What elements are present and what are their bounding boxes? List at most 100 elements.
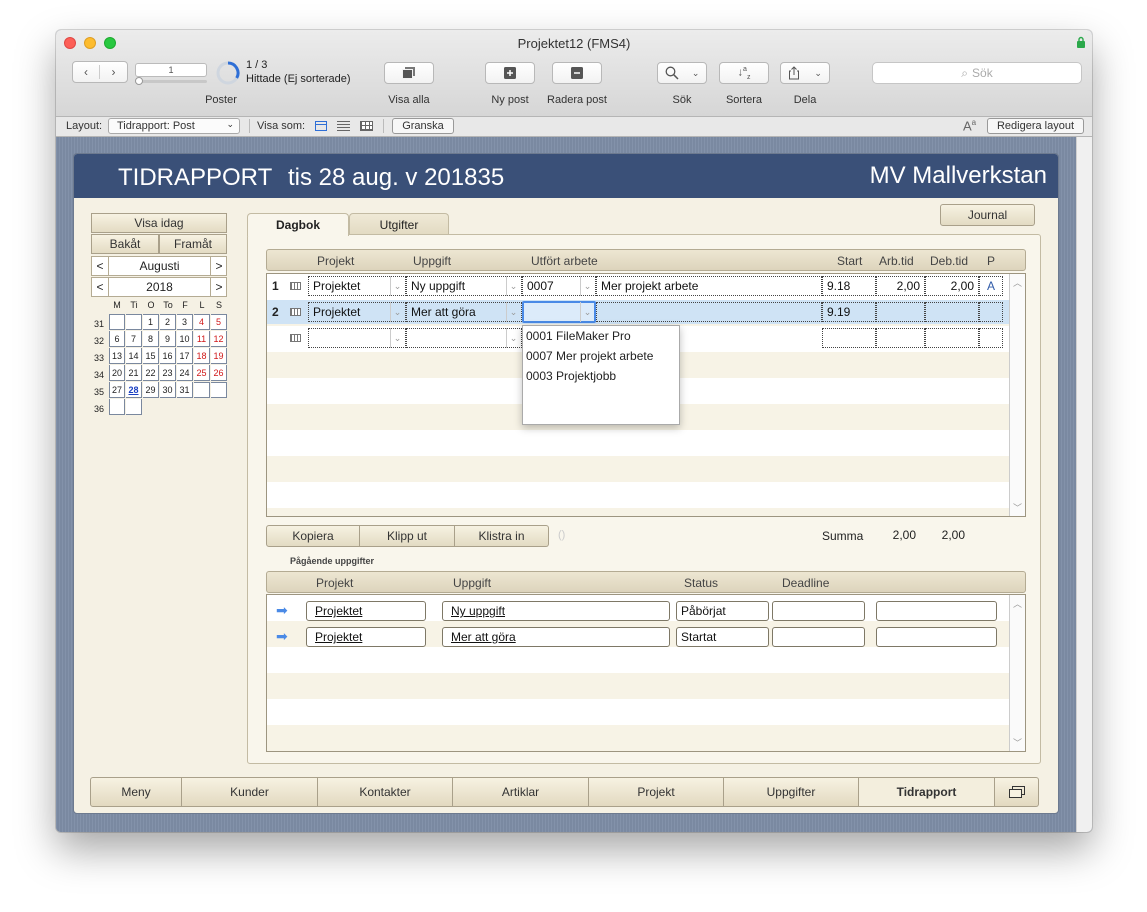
calendar-day[interactable]: 14 [126, 348, 142, 364]
row-details-icon[interactable] [290, 334, 301, 342]
chevron-down-icon[interactable]: ⌄ [580, 302, 594, 322]
next-month-button[interactable]: > [210, 257, 227, 275]
next-year-button[interactable]: > [210, 278, 227, 296]
scroll-down-icon[interactable]: ﹀ [1013, 501, 1022, 514]
share-button[interactable]: ⌄ [780, 62, 830, 84]
calendar-day[interactable]: 7 [126, 331, 142, 347]
nav-tidrapport[interactable]: Tidrapport [859, 777, 995, 807]
calendar-day[interactable]: 29 [143, 382, 159, 398]
ongoing-deadline-field[interactable] [772, 601, 865, 621]
calendar-day[interactable]: 21 [126, 365, 142, 381]
chevron-down-icon[interactable]: ⌄ [390, 276, 404, 296]
sort-button[interactable]: ↓az [719, 62, 769, 84]
calendar-day[interactable]: 2 [160, 314, 176, 330]
work-time-field[interactable] [876, 302, 925, 322]
calendar-day[interactable]: 27 [109, 382, 125, 398]
chevron-down-icon[interactable]: ⌄ [506, 276, 520, 296]
calendar-day[interactable]: 4 [194, 314, 210, 330]
debit-time-field[interactable] [925, 328, 979, 348]
calendar-day[interactable]: 22 [143, 365, 159, 381]
start-field[interactable]: 9.19 [822, 302, 876, 322]
forward-button[interactable]: Framåt [159, 234, 227, 254]
ongoing-task-link[interactable]: Ny uppgift [442, 601, 670, 621]
go-to-arrow-icon[interactable]: ➡ [276, 602, 288, 619]
record-number-field[interactable]: 1 [135, 63, 207, 77]
delete-record-button[interactable] [552, 62, 602, 84]
ongoing-deadline-field[interactable] [772, 627, 865, 647]
chevron-down-icon[interactable]: ⌄ [506, 302, 520, 322]
dropdown-option[interactable]: 0003 Projektjobb [523, 366, 679, 386]
ongoing-project-link[interactable]: Projektet [306, 601, 426, 621]
ongoing-task-link[interactable]: Mer att göra [442, 627, 670, 647]
debit-time-field[interactable]: 2,00 [925, 276, 979, 296]
chevron-down-icon[interactable]: ⌄ [580, 276, 594, 296]
form-view-icon[interactable] [315, 121, 327, 131]
go-to-arrow-icon[interactable]: ➡ [276, 628, 288, 645]
ongoing-project-link[interactable]: Projektet [306, 627, 426, 647]
ongoing-status-field[interactable]: Startat [676, 627, 769, 647]
calendar-day[interactable]: 16 [160, 348, 176, 364]
paste-button[interactable]: Klistra in [455, 525, 549, 547]
chevron-down-icon[interactable]: ⌄ [390, 302, 404, 322]
task-field[interactable] [406, 328, 522, 348]
nav-projekt[interactable]: Projekt [589, 777, 724, 807]
preview-button[interactable]: Granska [392, 118, 454, 134]
back-button[interactable]: Bakåt [91, 234, 159, 254]
row-details-icon[interactable] [290, 308, 301, 316]
calendar-day[interactable]: 25 [194, 365, 210, 381]
work-time-field[interactable]: 2,00 [876, 276, 925, 296]
calendar-day[interactable]: 5 [211, 314, 227, 330]
start-field[interactable] [822, 328, 876, 348]
tab-expenses[interactable]: Utgifter [349, 213, 449, 235]
calendar-day[interactable]: 23 [160, 365, 176, 381]
cut-button[interactable]: Klipp ut [360, 525, 455, 547]
calendar-day[interactable]: 3 [177, 314, 193, 330]
calendar-day[interactable]: 24 [177, 365, 193, 381]
scroll-up-icon[interactable]: ︿ [1013, 276, 1022, 289]
quick-find-field[interactable]: ⌕ Sök [872, 62, 1082, 84]
p-field[interactable] [979, 328, 1003, 348]
copy-button[interactable]: Kopiera [266, 525, 360, 547]
calendar-day[interactable]: 20 [109, 365, 125, 381]
new-record-button[interactable] [485, 62, 535, 84]
calendar-day[interactable]: 9 [160, 331, 176, 347]
nav-artiklar[interactable]: Artiklar [453, 777, 589, 807]
dropdown-option[interactable]: 0001 FileMaker Pro [523, 326, 679, 346]
p-field[interactable] [979, 302, 1003, 322]
calendar-day[interactable]: 19 [211, 348, 227, 364]
chevron-down-icon[interactable]: ⌄ [390, 328, 404, 348]
chevron-down-icon[interactable]: ⌄ [506, 328, 520, 348]
row-details-icon[interactable] [290, 282, 301, 290]
ongoing-extra-field[interactable] [876, 601, 997, 621]
calendar-day[interactable]: 31 [177, 382, 193, 398]
calendar-day[interactable]: 28 [126, 382, 142, 398]
p-field[interactable]: A [979, 276, 1003, 296]
ongoing-scrollbar[interactable]: ︿ ﹀ [1009, 595, 1025, 751]
text-format-icon[interactable]: Aa [963, 118, 976, 133]
ongoing-status-field[interactable]: Påbörjat [676, 601, 769, 621]
start-field[interactable]: 9.18 [822, 276, 876, 296]
calendar-day[interactable]: 30 [160, 382, 176, 398]
search-button[interactable]: ⌄ [657, 62, 707, 84]
window-scrollbar[interactable] [1076, 137, 1092, 832]
previous-record-icon[interactable]: ‹ [73, 65, 101, 79]
slider-handle[interactable] [135, 77, 143, 85]
calendar-day[interactable]: 26 [211, 365, 227, 381]
show-all-button[interactable] [384, 62, 434, 84]
calendar-day[interactable]: 10 [177, 331, 193, 347]
work-description-field[interactable] [596, 302, 822, 322]
prev-month-button[interactable]: < [92, 257, 109, 275]
calendar-day[interactable]: 12 [211, 331, 227, 347]
calendar-day[interactable]: 15 [143, 348, 159, 364]
work-time-field[interactable] [876, 328, 925, 348]
nav-uppgifter[interactable]: Uppgifter [724, 777, 859, 807]
calendar-day[interactable]: 8 [143, 331, 159, 347]
ongoing-extra-field[interactable] [876, 627, 997, 647]
calendar-day[interactable]: 17 [177, 348, 193, 364]
scroll-up-icon[interactable]: ︿ [1013, 597, 1022, 610]
dropdown-option[interactable]: 0007 Mer projekt arbete [523, 346, 679, 366]
calendar-day[interactable]: 11 [194, 331, 210, 347]
nav-meny[interactable]: Meny [90, 777, 182, 807]
journal-button[interactable]: Journal [940, 204, 1035, 226]
work-description-field[interactable]: Mer projekt arbete [596, 276, 822, 296]
